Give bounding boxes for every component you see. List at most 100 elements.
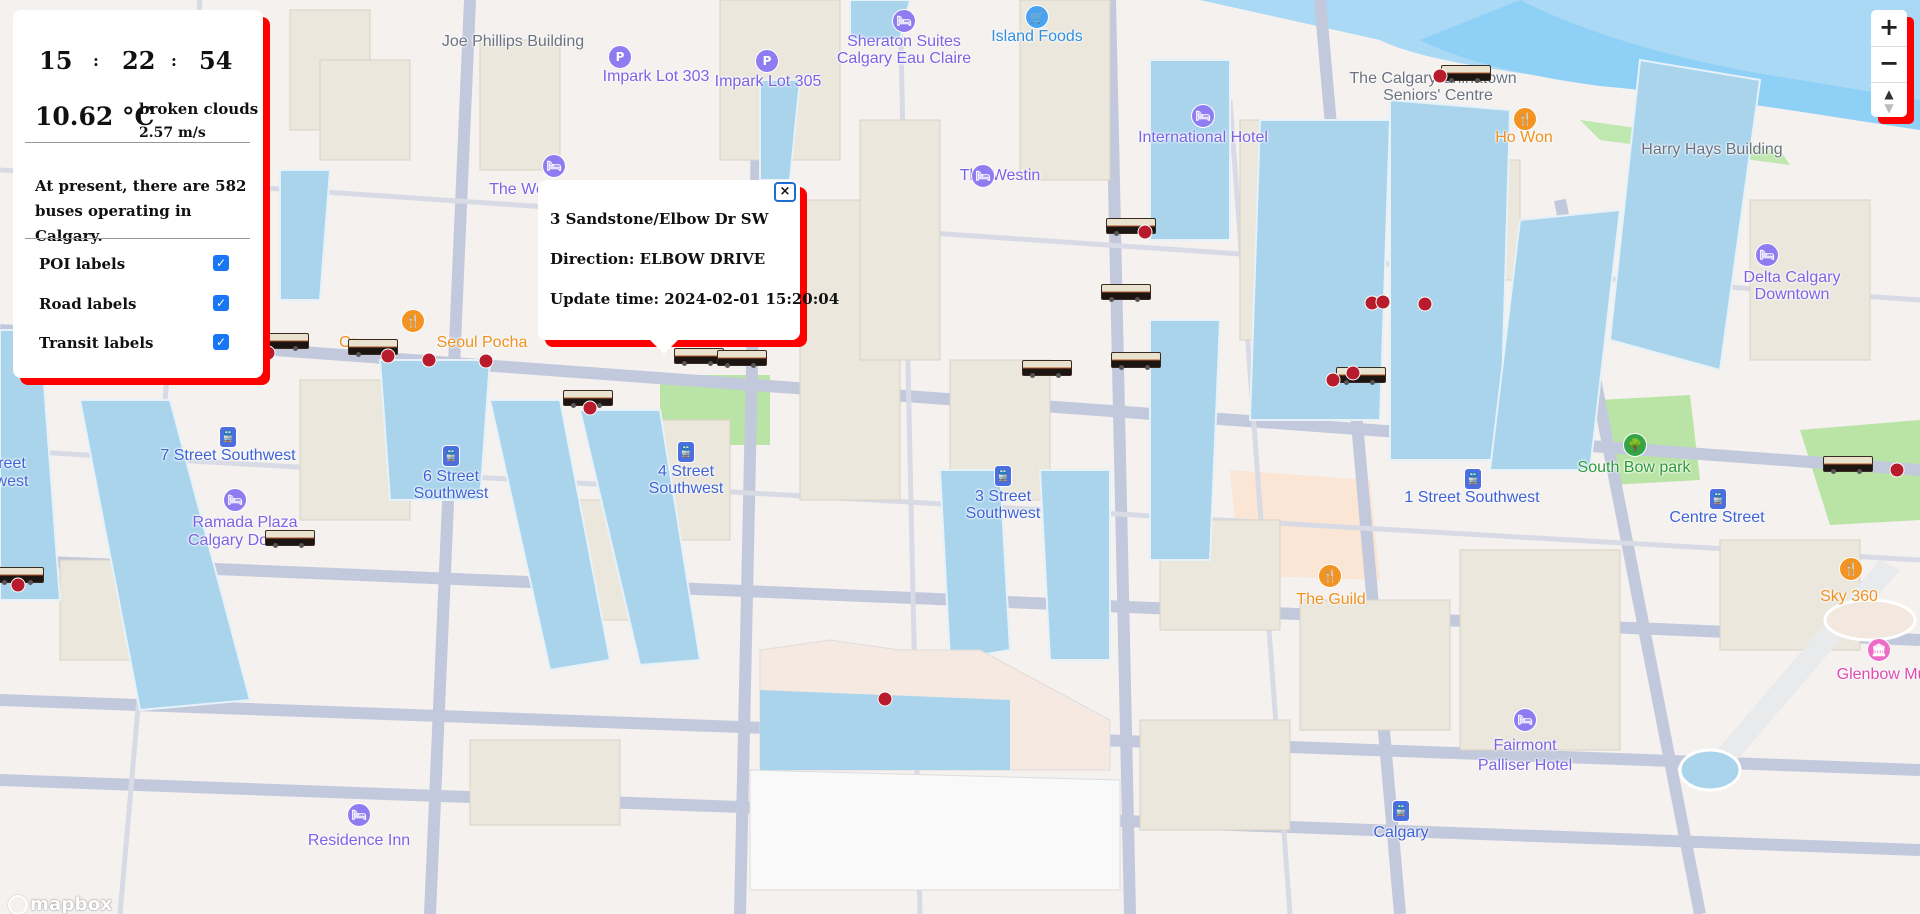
map-label-transit[interactable]: reet — [0, 454, 26, 473]
clock-minutes: 22 — [122, 46, 156, 75]
train-icon[interactable]: 🚆 — [219, 426, 237, 448]
museum-icon[interactable]: 🏛 — [1867, 638, 1891, 662]
map-label-transit[interactable]: Centre Street — [1669, 508, 1764, 527]
bus-marker-icon[interactable] — [1111, 352, 1161, 372]
map-label-transit[interactable]: Southwest — [966, 504, 1041, 523]
bus-marker-icon[interactable] — [717, 350, 767, 370]
bus-marker-icon[interactable] — [1022, 360, 1072, 380]
restaurant-icon[interactable]: 🍴 — [1839, 557, 1863, 581]
clock-seconds: 54 — [199, 46, 233, 75]
bus-location-dot[interactable] — [1432, 68, 1448, 84]
bus-location-dot[interactable] — [1417, 296, 1433, 312]
bus-location-dot[interactable] — [582, 400, 598, 416]
train-icon[interactable]: 🚆 — [1464, 468, 1482, 490]
map-label-hotel[interactable]: Palliser Hotel — [1478, 756, 1572, 775]
bus-marker-icon[interactable] — [1441, 65, 1491, 85]
option-label: Road labels — [39, 295, 137, 313]
map-label-transit[interactable]: west — [0, 472, 28, 491]
map-label-food[interactable]: Seoul Pocha — [437, 333, 528, 352]
bus-location-dot[interactable] — [10, 577, 26, 593]
bus-popup: × 3 Sandstone/Elbow Dr SW Direction: ELB… — [538, 180, 839, 354]
bus-wheel — [356, 352, 361, 357]
bus-location-dot[interactable] — [1325, 372, 1341, 388]
map-label-building[interactable]: Seniors' Centre — [1383, 86, 1493, 105]
bus-wheel — [1857, 469, 1862, 474]
bus-wheel — [597, 403, 602, 408]
bus-location-dot[interactable] — [421, 352, 437, 368]
hotel-icon[interactable]: 🛏 — [1755, 243, 1779, 267]
map-label-hotel[interactable]: Residence Inn — [308, 831, 410, 850]
option-poi-labels[interactable]: POI labels ✓ — [39, 253, 249, 277]
bus-wheel — [1370, 380, 1375, 385]
train-icon[interactable]: 🚆 — [677, 441, 695, 463]
zoom-in-button[interactable]: + — [1871, 10, 1907, 45]
bus-location-dot[interactable] — [877, 691, 893, 707]
map-label-food[interactable]: Sky 360 — [1820, 587, 1878, 606]
parking-icon[interactable]: P — [608, 45, 632, 69]
map-label-parking[interactable]: Impark Lot 303 — [603, 67, 710, 86]
hotel-icon[interactable]: 🛏 — [1191, 104, 1215, 128]
shopping-cart-icon[interactable]: 🛒 — [1025, 5, 1049, 29]
map-label-transit[interactable]: Calgary — [1373, 823, 1428, 842]
option-road-labels[interactable]: Road labels ✓ — [39, 293, 249, 317]
map-label-transit[interactable]: Southwest — [414, 484, 489, 503]
train-icon[interactable]: 🚆 — [994, 465, 1012, 487]
map-label-park[interactable]: South Bow park — [1578, 458, 1691, 477]
hotel-icon[interactable]: 🛏 — [347, 803, 371, 827]
hotel-icon[interactable]: 🛏 — [223, 488, 247, 512]
map-label-hotel[interactable]: Calgary Do — [188, 531, 268, 550]
bus-location-dot[interactable] — [1137, 224, 1153, 240]
hotel-icon[interactable]: 🛏 — [1513, 708, 1537, 732]
map-label-hotel[interactable]: Calgary Eau Claire — [837, 49, 971, 68]
map-label-transit[interactable]: 7 Street Southwest — [160, 446, 295, 465]
popup-update-time: Update time: 2024-02-01 15:20:04 — [550, 290, 840, 308]
bus-marker-icon[interactable] — [674, 348, 724, 368]
train-icon[interactable]: 🚆 — [1392, 800, 1410, 822]
parking-icon[interactable]: P — [755, 49, 779, 73]
hotel-icon[interactable]: 🛏 — [971, 164, 995, 188]
map-label-parking[interactable]: Impark Lot 305 — [715, 72, 822, 91]
divider — [25, 238, 250, 239]
bus-wheel — [1119, 365, 1124, 370]
map-canvas[interactable]: Joe Phillips Building Impark Lot 303 Impar… — [0, 0, 1920, 914]
map-label-building[interactable]: Joe Phillips Building — [442, 32, 584, 51]
hotel-icon[interactable]: 🛏 — [542, 154, 566, 178]
map-label-food[interactable]: The Guild — [1296, 590, 1365, 609]
option-transit-labels[interactable]: Transit labels ✓ — [39, 332, 249, 356]
map-label-hotel[interactable]: Fairmont — [1493, 736, 1556, 755]
road-labels-checkbox[interactable]: ✓ — [213, 295, 229, 311]
train-icon[interactable]: 🚆 — [1709, 488, 1727, 510]
bus-marker-icon[interactable] — [265, 530, 315, 550]
park-icon[interactable]: 🌳 — [1623, 433, 1647, 457]
restaurant-icon[interactable]: 🍴 — [401, 309, 425, 333]
bus-marker-icon[interactable] — [1101, 284, 1151, 304]
map-label-building[interactable]: Harry Hays Building — [1641, 140, 1782, 159]
bus-location-dot[interactable] — [478, 353, 494, 369]
restaurant-icon[interactable]: 🍴 — [1318, 564, 1342, 588]
bus-location-dot[interactable] — [1375, 294, 1391, 310]
map-label-shop[interactable]: Island Foods — [991, 27, 1083, 46]
bus-location-dot[interactable] — [380, 348, 396, 364]
bus-location-dot[interactable] — [1889, 462, 1905, 478]
bus-wheel — [1114, 231, 1119, 236]
map-label-transit[interactable]: Southwest — [649, 479, 724, 498]
map-label-museum[interactable]: Glenbow Muse — [1837, 665, 1920, 684]
mapbox-attribution[interactable]: mapbox — [8, 894, 112, 914]
transit-labels-checkbox[interactable]: ✓ — [213, 334, 229, 350]
map-label-hotel[interactable]: The We — [489, 180, 545, 199]
map-label-hotel[interactable]: International Hotel — [1138, 128, 1268, 147]
bus-marker-icon[interactable] — [1823, 456, 1873, 476]
poi-labels-checkbox[interactable]: ✓ — [213, 255, 229, 271]
map-label-hotel[interactable]: Downtown — [1755, 285, 1830, 304]
train-icon[interactable]: 🚆 — [442, 445, 460, 467]
divider — [25, 142, 250, 143]
temperature: 10.62 °C — [35, 102, 155, 131]
bus-location-dot[interactable] — [1345, 365, 1361, 381]
map-label-transit[interactable]: 1 Street Southwest — [1404, 488, 1539, 507]
popup-direction: Direction: ELBOW DRIVE — [550, 250, 766, 268]
hotel-icon[interactable]: 🛏 — [892, 9, 916, 33]
popup-close-button[interactable]: × — [774, 182, 796, 202]
compass-button[interactable]: ▲ ▼ — [1871, 82, 1907, 117]
zoom-out-button[interactable]: − — [1871, 46, 1907, 82]
restaurant-icon[interactable]: 🍴 — [1513, 107, 1537, 131]
